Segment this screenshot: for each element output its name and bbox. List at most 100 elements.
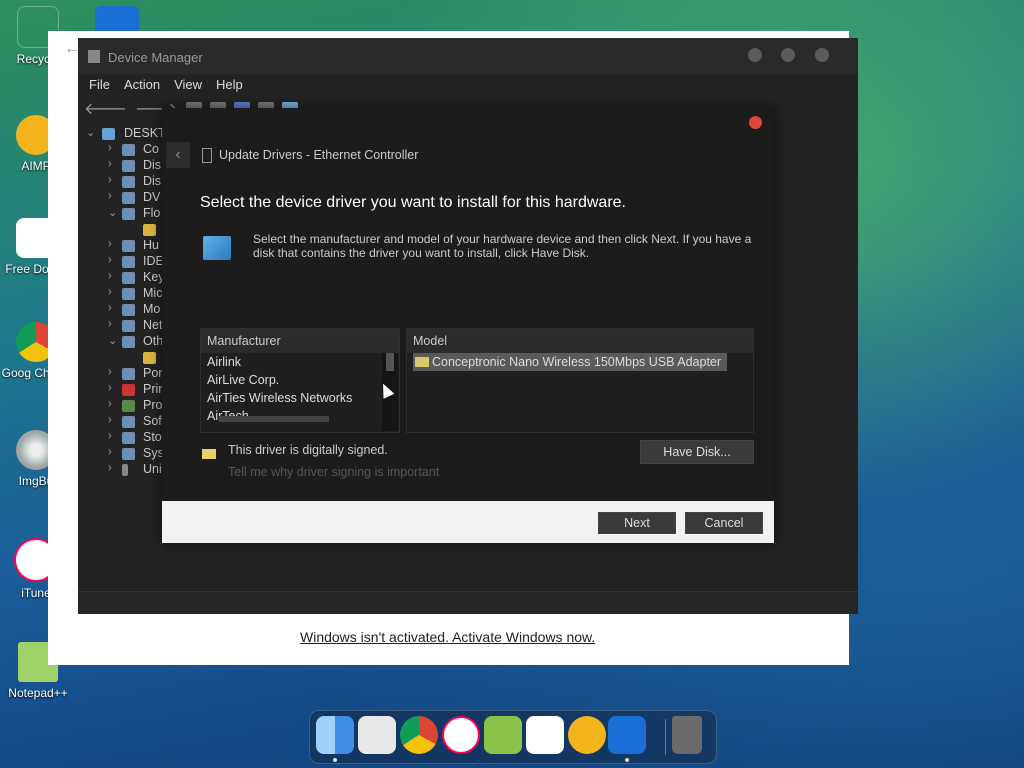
model-label: Conceptronic Nano Wireless 150Mbps USB A… bbox=[432, 355, 722, 369]
chevron-right-icon[interactable]: › bbox=[108, 158, 112, 170]
tree-item-label: Por bbox=[143, 366, 163, 380]
menu-bar: File Action View Help bbox=[78, 74, 858, 96]
chevron-right-icon[interactable]: › bbox=[108, 446, 112, 458]
device-icon bbox=[122, 448, 135, 460]
status-bar bbox=[78, 591, 858, 614]
itunes-icon[interactable] bbox=[442, 716, 480, 754]
trash-icon[interactable] bbox=[672, 716, 702, 754]
chevron-right-icon[interactable]: › bbox=[108, 286, 112, 298]
device-icon bbox=[122, 320, 135, 332]
tree-item-label: Dis bbox=[143, 158, 162, 172]
update-drivers-dialog: ‹ Update Drivers - Ethernet Controller S… bbox=[162, 108, 774, 543]
horizontal-scrollbar[interactable] bbox=[219, 416, 329, 422]
tree-item-label: Uni bbox=[143, 462, 162, 476]
device-icon bbox=[122, 304, 135, 316]
list-item[interactable]: AirTies Wireless Networks bbox=[201, 389, 399, 407]
warning-icon bbox=[143, 224, 156, 236]
free-download-icon[interactable] bbox=[526, 716, 564, 754]
list-item[interactable]: Airlink bbox=[201, 353, 399, 371]
running-indicator bbox=[333, 758, 337, 762]
tree-item-label: Sof bbox=[143, 414, 162, 428]
list-item[interactable]: AirLive Corp. bbox=[201, 371, 399, 389]
menu-action[interactable]: Action bbox=[117, 74, 167, 96]
dialog-description: Select the manufacturer and model of you… bbox=[253, 232, 752, 260]
chevron-right-icon[interactable]: › bbox=[108, 270, 112, 282]
maximize-button[interactable] bbox=[781, 48, 795, 62]
device-icon bbox=[122, 416, 135, 428]
cancel-button[interactable]: Cancel bbox=[685, 512, 763, 534]
driver-signing-link[interactable]: Tell me why driver signing is important bbox=[228, 465, 439, 479]
title-bar: Device Manager bbox=[78, 38, 858, 74]
list-item-selected[interactable]: Conceptronic Nano Wireless 150Mbps USB A… bbox=[407, 353, 753, 371]
menu-help[interactable]: Help bbox=[209, 74, 250, 96]
back-icon[interactable]: 🡐 bbox=[84, 98, 127, 119]
device-icon bbox=[122, 368, 135, 380]
chevron-right-icon[interactable]: › bbox=[108, 414, 112, 426]
tree-item-label: IDE bbox=[143, 254, 164, 268]
tree-item-label: DV bbox=[143, 190, 161, 204]
chevron-down-icon[interactable]: ⌄ bbox=[108, 206, 117, 219]
tree-item-label: Flo bbox=[143, 206, 161, 220]
chevron-right-icon[interactable]: › bbox=[108, 430, 112, 442]
hardware-icon bbox=[203, 236, 231, 260]
dialog-header-title: Update Drivers - Ethernet Controller bbox=[219, 148, 419, 162]
menu-view[interactable]: View bbox=[167, 74, 209, 96]
usb-icon bbox=[122, 464, 128, 476]
chevron-right-icon[interactable]: › bbox=[108, 398, 112, 410]
chevron-right-icon[interactable]: › bbox=[108, 302, 112, 314]
device-icon bbox=[122, 208, 135, 220]
tree-item-label: Net bbox=[143, 318, 163, 332]
processor-icon bbox=[122, 400, 135, 412]
manufacturer-header[interactable]: Manufacturer bbox=[201, 329, 399, 353]
warning-icon bbox=[143, 352, 156, 364]
signed-driver-icon bbox=[202, 449, 216, 459]
next-button[interactable]: Next bbox=[598, 512, 676, 534]
desktop-icon-label: AIMP bbox=[21, 159, 51, 173]
model-list[interactable]: Model Conceptronic Nano Wireless 150Mbps… bbox=[406, 328, 754, 433]
chevron-right-icon[interactable]: › bbox=[108, 366, 112, 378]
back-button[interactable]: ‹ bbox=[166, 142, 190, 168]
chevron-right-icon[interactable]: › bbox=[108, 238, 112, 250]
have-disk-button[interactable]: Have Disk... bbox=[640, 440, 754, 464]
settings-icon[interactable] bbox=[608, 716, 646, 754]
chevron-down-icon[interactable]: ⌄ bbox=[108, 334, 117, 347]
device-icon bbox=[122, 336, 135, 348]
running-indicator bbox=[625, 758, 629, 762]
launchpad-icon[interactable] bbox=[358, 716, 396, 754]
chevron-right-icon[interactable]: › bbox=[108, 318, 112, 330]
close-button[interactable] bbox=[815, 48, 829, 62]
minimize-button[interactable] bbox=[748, 48, 762, 62]
chevron-right-icon[interactable]: › bbox=[108, 254, 112, 266]
device-icon bbox=[122, 240, 135, 252]
chrome-icon[interactable] bbox=[400, 716, 438, 754]
finder-icon[interactable] bbox=[316, 716, 354, 754]
dialog-heading: Select the device driver you want to ins… bbox=[200, 194, 626, 211]
model-header[interactable]: Model bbox=[407, 329, 753, 353]
chevron-right-icon[interactable]: › bbox=[108, 462, 112, 474]
settings-gear-desktop-icon[interactable] bbox=[95, 6, 139, 32]
tree-item-label: Dis bbox=[143, 174, 162, 188]
tree-item-label: Pro bbox=[143, 398, 163, 412]
chevron-down-icon[interactable]: ⌄ bbox=[86, 126, 95, 139]
device-icon bbox=[122, 160, 135, 172]
dialog-footer bbox=[162, 501, 774, 543]
chevron-right-icon[interactable]: › bbox=[108, 142, 112, 154]
signed-status-text: This driver is digitally signed. bbox=[228, 443, 388, 457]
device-icon bbox=[122, 288, 135, 300]
device-icon bbox=[122, 272, 135, 284]
tree-item-label: Sys bbox=[143, 446, 164, 460]
scroll-thumb[interactable] bbox=[386, 353, 394, 371]
tree-item-label: Oth bbox=[143, 334, 164, 348]
chevron-right-icon[interactable]: › bbox=[108, 174, 112, 186]
chevron-right-icon[interactable]: › bbox=[108, 190, 112, 202]
tree-item-label: Hu bbox=[143, 238, 159, 252]
chevron-right-icon[interactable]: › bbox=[108, 382, 112, 394]
dialog-close-button[interactable] bbox=[749, 116, 762, 129]
imgburn-icon[interactable] bbox=[484, 716, 522, 754]
aimp-icon[interactable] bbox=[568, 716, 606, 754]
activate-windows-link[interactable]: Windows isn't activated. Activate Window… bbox=[300, 629, 595, 645]
tree-item-label: Mic bbox=[143, 286, 163, 300]
manufacturer-list[interactable]: Manufacturer Airlink AirLive Corp. AirTi… bbox=[200, 328, 400, 433]
window-title: Device Manager bbox=[108, 50, 203, 65]
menu-file[interactable]: File bbox=[82, 74, 117, 96]
